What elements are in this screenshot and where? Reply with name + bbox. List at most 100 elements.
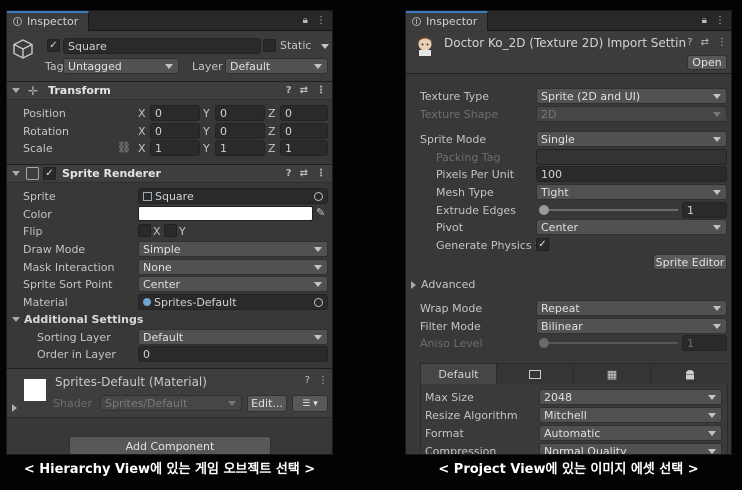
scale-x-label[interactable]: X <box>138 142 146 155</box>
scale-z-field[interactable]: 1 <box>280 140 328 156</box>
additional-settings-label[interactable]: Additional Settings <box>24 313 143 326</box>
help-icon[interactable]: ? <box>286 168 292 179</box>
platform-tab-webgl[interactable]: ▦ <box>574 364 651 384</box>
max-size-dropdown[interactable]: 2048 <box>539 389 722 405</box>
packing-tag-field[interactable] <box>536 149 727 165</box>
additional-settings-foldout-icon[interactable] <box>12 317 20 322</box>
position-z-label[interactable]: Z <box>268 107 276 120</box>
flip-y-checkbox[interactable] <box>164 224 177 237</box>
shader-dropdown[interactable]: Sprites/Default <box>100 395 242 411</box>
gameobject-active-checkbox[interactable]: ✓ <box>47 39 60 52</box>
sprite-renderer-enabled-checkbox[interactable]: ✓ <box>43 167 56 180</box>
open-button[interactable]: Open <box>687 55 727 70</box>
transform-foldout-icon[interactable] <box>12 88 20 93</box>
sprite-sort-point-label: Sprite Sort Point <box>23 278 113 291</box>
extrude-edges-field[interactable]: 1 <box>682 202 727 218</box>
aniso-level-slider-track[interactable] <box>542 342 678 344</box>
link-scale-icon[interactable]: ⛓ <box>117 141 131 154</box>
tag-dropdown[interactable]: Untagged <box>63 58 179 74</box>
pixels-per-unit-field[interactable]: 100 <box>536 166 727 182</box>
kebab-menu-icon[interactable]: ⋮ <box>318 375 328 386</box>
tag-label: Tag <box>45 60 64 73</box>
kebab-menu-icon[interactable]: ⋮ <box>316 168 326 179</box>
mesh-type-dropdown[interactable]: Tight <box>536 184 727 200</box>
static-dropdown-arrow[interactable] <box>321 44 329 49</box>
eyedropper-icon[interactable]: ✎ <box>316 206 325 219</box>
lock-icon[interactable]: 🔒︎ <box>303 15 308 26</box>
position-y-field[interactable]: 0 <box>215 105 265 121</box>
kebab-menu-icon[interactable]: ⋮ <box>715 15 725 26</box>
help-icon[interactable]: ? <box>286 85 292 96</box>
preset-icon[interactable]: ⇄ <box>701 37 709 48</box>
platform-tab-default[interactable]: Default <box>421 364 497 384</box>
generate-physics-checkbox[interactable]: ✓ <box>536 238 549 251</box>
preset-icon[interactable]: ⇄ <box>300 168 308 179</box>
sprite-mode-dropdown[interactable]: Single <box>536 131 727 147</box>
position-x-label[interactable]: X <box>138 107 146 120</box>
kebab-menu-icon[interactable]: ⋮ <box>316 85 326 96</box>
preset-icon[interactable]: ⇄ <box>300 85 308 96</box>
scale-y-label[interactable]: Y <box>203 142 210 155</box>
material-field[interactable]: Sprites-Default <box>138 294 328 310</box>
flip-x-checkbox[interactable] <box>138 224 151 237</box>
scale-z-label[interactable]: Z <box>268 142 276 155</box>
scale-x-field[interactable]: 1 <box>150 140 200 156</box>
extrude-edges-slider-track[interactable] <box>542 209 678 211</box>
pivot-dropdown[interactable]: Center <box>536 219 727 235</box>
extrude-edges-slider-knob[interactable] <box>539 205 549 215</box>
help-icon[interactable]: ? <box>687 37 692 48</box>
sprite-field[interactable]: Square <box>138 188 328 204</box>
sprite-renderer-foldout-icon[interactable] <box>12 171 20 176</box>
rotation-x-label[interactable]: X <box>138 125 146 138</box>
sorting-layer-dropdown[interactable]: Default <box>138 329 328 345</box>
texture-type-dropdown[interactable]: Sprite (2D and UI) <box>536 88 727 104</box>
material-foldout-icon[interactable] <box>12 404 17 412</box>
help-icon[interactable]: ? <box>305 375 310 386</box>
object-picker-icon[interactable] <box>314 191 323 201</box>
transform-title: Transform <box>48 84 111 97</box>
rotation-y-field[interactable]: 0 <box>215 123 265 139</box>
left-inspector-tab[interactable]: Inspector <box>7 11 90 31</box>
position-y-label[interactable]: Y <box>203 107 210 120</box>
right-inspector-panel: Inspector 🔒︎ ⋮ Doctor Ko_2D (Texture 2D)… <box>405 10 732 455</box>
right-inspector-tab[interactable]: Inspector <box>406 11 489 31</box>
layer-dropdown[interactable]: Default <box>225 58 328 74</box>
texture-shape-dropdown[interactable]: 2D <box>536 106 727 122</box>
mask-interaction-dropdown[interactable]: None <box>138 259 328 275</box>
sprite-sort-point-dropdown[interactable]: Center <box>138 276 328 292</box>
scale-y-field[interactable]: 1 <box>215 140 265 156</box>
sprite-label: Sprite <box>23 190 56 203</box>
add-component-button[interactable]: Add Component <box>69 436 271 454</box>
filter-mode-dropdown[interactable]: Bilinear <box>536 318 727 334</box>
compression-dropdown[interactable]: Normal Quality <box>539 443 722 454</box>
draw-mode-dropdown[interactable]: Simple <box>138 241 328 257</box>
kebab-menu-icon[interactable]: ⋮ <box>717 37 727 48</box>
aniso-level-field[interactable]: 1 <box>682 335 727 351</box>
rotation-z-label[interactable]: Z <box>268 125 276 138</box>
rotation-z-field[interactable]: 0 <box>280 123 328 139</box>
resize-algorithm-dropdown[interactable]: Mitchell <box>539 407 722 423</box>
platform-tab-android[interactable] <box>651 364 729 384</box>
platform-tab-standalone[interactable] <box>497 364 574 384</box>
position-x-field[interactable]: 0 <box>150 105 200 121</box>
aniso-level-slider-knob[interactable] <box>539 338 549 348</box>
shader-options-button[interactable]: ☰ ▾ <box>292 395 328 412</box>
order-in-layer-field[interactable]: 0 <box>138 346 328 362</box>
kebab-menu-icon[interactable]: ⋮ <box>316 15 326 26</box>
lock-icon[interactable]: 🔒︎ <box>702 15 707 26</box>
rotation-x-field[interactable]: 0 <box>150 123 200 139</box>
advanced-foldout-icon[interactable] <box>411 281 416 289</box>
object-picker-icon[interactable] <box>314 297 323 307</box>
rotation-y-label[interactable]: Y <box>203 125 210 138</box>
transform-header[interactable]: ✛ Transform ? ⇄ ⋮ <box>7 81 332 100</box>
advanced-label[interactable]: Advanced <box>421 278 475 291</box>
wrap-mode-dropdown[interactable]: Repeat <box>536 300 727 316</box>
shader-edit-button[interactable]: Edit... <box>247 395 287 412</box>
format-dropdown[interactable]: Automatic <box>539 425 722 441</box>
static-checkbox[interactable] <box>263 39 276 52</box>
sprite-renderer-header[interactable]: ✓ Sprite Renderer ? ⇄ ⋮ <box>7 164 332 183</box>
sprite-editor-button[interactable]: Sprite Editor <box>653 254 727 270</box>
gameobject-name-field[interactable]: Square <box>63 38 261 54</box>
position-z-field[interactable]: 0 <box>280 105 328 121</box>
color-swatch[interactable] <box>138 206 313 221</box>
